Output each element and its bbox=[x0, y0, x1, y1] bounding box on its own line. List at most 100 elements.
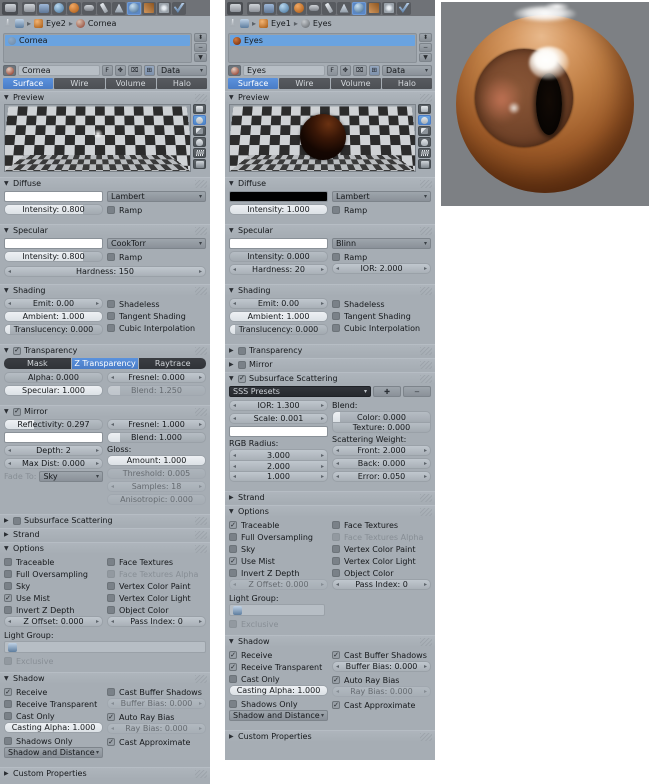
light-group-field[interactable] bbox=[4, 641, 206, 653]
specular-shader-dropdown[interactable]: Blinn ▾ bbox=[332, 238, 431, 249]
shadow-mode-dropdown[interactable]: Shadow and Distance ▾ bbox=[229, 710, 328, 721]
slot-specials-button[interactable]: ▼ bbox=[419, 53, 432, 62]
use-nodes-button[interactable]: ⊞ bbox=[143, 65, 155, 76]
preview-hair-icon[interactable] bbox=[418, 148, 431, 158]
sky-checkbox[interactable] bbox=[4, 582, 12, 590]
increment-arrow-icon[interactable]: ▸ bbox=[96, 446, 99, 455]
preview-scene-icon[interactable] bbox=[193, 159, 206, 169]
object-color-checkbox[interactable] bbox=[107, 606, 115, 614]
option-object-color-row[interactable]: Object Color bbox=[107, 604, 206, 616]
cast-approximate-checkbox[interactable]: ✓ bbox=[332, 701, 340, 709]
shadow-cast-only-row[interactable]: Cast Only bbox=[4, 710, 103, 722]
node-tree-icon[interactable] bbox=[240, 19, 249, 28]
shadow-receive-row[interactable]: ✓ Receive bbox=[4, 686, 103, 698]
option-invert-z-depth-row[interactable]: Invert Z Depth bbox=[229, 567, 328, 579]
option-vertex-color-light-row[interactable]: Vertex Color Light bbox=[107, 592, 206, 604]
texture-properties-tab[interactable] bbox=[367, 1, 381, 15]
decrement-arrow-icon[interactable]: ◂ bbox=[111, 482, 114, 491]
sss-blend-texture-slider[interactable]: Texture: 0.000 bbox=[332, 422, 431, 433]
cast-buffer-shadows-checkbox[interactable]: ✓ bbox=[332, 651, 340, 659]
shading-emit-field[interactable]: ◂ Emit: 0.00 ▸ bbox=[229, 298, 328, 309]
increment-arrow-icon[interactable]: ▸ bbox=[321, 461, 324, 471]
receive-checkbox[interactable]: ✓ bbox=[229, 651, 237, 659]
preview-sphere-icon[interactable] bbox=[193, 115, 206, 125]
preview-hair-icon[interactable] bbox=[193, 148, 206, 158]
option-face-textures-alpha-row[interactable]: Face Textures Alpha bbox=[332, 531, 431, 543]
material-name-input[interactable]: Cornea bbox=[18, 65, 100, 76]
add-slot-button[interactable]: ⬍ bbox=[419, 33, 432, 42]
gloss-threshold-slider[interactable]: Threshold: 0.005 bbox=[107, 468, 206, 479]
mirror-depth-field[interactable]: ◂ Depth: 2 ▸ bbox=[4, 445, 103, 456]
cast-buffer-shadows-checkbox[interactable] bbox=[107, 688, 115, 696]
tangent-shading-checkbox[interactable] bbox=[332, 312, 340, 320]
particles-properties-tab[interactable] bbox=[382, 1, 396, 15]
ray-bias-field[interactable]: ◂ Ray Bias: 0.000 ▸ bbox=[107, 723, 206, 734]
mirror-reflectivity-slider[interactable]: Reflectivity: 0.297 bbox=[4, 419, 103, 430]
cubic-interpolation-row[interactable]: Cubic Interpolation bbox=[332, 322, 431, 334]
cast-buffer-shadows-row[interactable]: ✓ Cast Buffer Shadows bbox=[332, 649, 431, 661]
unlink-material-button[interactable]: ⌧ bbox=[128, 65, 142, 76]
mirror-maxdist-field[interactable]: ◂ Max Dist: 0.000 ▸ bbox=[4, 458, 103, 469]
shading-header[interactable]: ▼ Shading bbox=[0, 284, 210, 296]
decrement-arrow-icon[interactable]: ◂ bbox=[233, 472, 236, 481]
diffuse-ramp-row[interactable]: Ramp bbox=[332, 204, 431, 216]
world-properties-tab[interactable] bbox=[52, 1, 66, 15]
specular-header[interactable]: ▼ Specular bbox=[225, 224, 435, 236]
invert-z-depth-checkbox[interactable] bbox=[4, 606, 12, 614]
transparency-alpha-slider[interactable]: Alpha: 0.000 bbox=[4, 372, 103, 383]
preview-header[interactable]: ▼ Preview bbox=[225, 91, 435, 103]
shadows-only-row[interactable]: Shadows Only bbox=[229, 698, 328, 710]
texture-properties-tab[interactable] bbox=[142, 1, 156, 15]
sss-radius-b-field[interactable]: ◂ 1.000 ▸ bbox=[229, 471, 328, 482]
decrement-arrow-icon[interactable]: ◂ bbox=[233, 401, 236, 410]
decrement-arrow-icon[interactable]: ◂ bbox=[111, 724, 114, 733]
shadeless-checkbox[interactable] bbox=[107, 300, 115, 308]
face-textures-checkbox[interactable] bbox=[332, 521, 340, 529]
increment-arrow-icon[interactable]: ▸ bbox=[424, 662, 427, 671]
transparency-mode-raytrace[interactable]: Raytrace bbox=[139, 358, 207, 369]
exclusive-checkbox[interactable] bbox=[229, 620, 237, 628]
object-data-properties-tab[interactable] bbox=[112, 1, 126, 15]
preview-cube-icon[interactable] bbox=[193, 126, 206, 136]
decrement-arrow-icon[interactable]: ◂ bbox=[111, 373, 114, 382]
z-offset-field[interactable]: ◂ Z Offset: 0.000 ▸ bbox=[4, 616, 103, 627]
physics-properties-tab[interactable] bbox=[172, 1, 186, 15]
sss-preset-add-button[interactable]: ✚ bbox=[373, 386, 401, 397]
preview-sphere-icon[interactable] bbox=[418, 115, 431, 125]
sss-presets-dropdown[interactable]: SSS Presets ▾ bbox=[229, 386, 371, 397]
object-properties-tab[interactable] bbox=[292, 1, 306, 15]
custom-properties-header[interactable]: ▶ Custom Properties bbox=[225, 730, 435, 742]
cast-approximate-row[interactable]: ✓ Cast Approximate bbox=[107, 736, 206, 748]
cast-buffer-shadows-row[interactable]: Cast Buffer Shadows bbox=[107, 686, 206, 698]
transparency-fresnel-field[interactable]: ◂ Fresnel: 0.000 ▸ bbox=[107, 372, 206, 383]
option-face-textures-row[interactable]: Face Textures bbox=[332, 519, 431, 531]
specular-intensity-slider[interactable]: Intensity: 0.000 bbox=[229, 251, 328, 262]
decrement-arrow-icon[interactable]: ◂ bbox=[336, 446, 339, 455]
gloss-amount-slider[interactable]: Amount: 1.000 bbox=[107, 455, 206, 466]
increment-arrow-icon[interactable]: ▸ bbox=[199, 420, 202, 429]
shadow-header[interactable]: ▼ Shadow bbox=[225, 635, 435, 647]
breadcrumb-material-label[interactable]: Cornea bbox=[88, 19, 117, 28]
exclusive-checkbox[interactable] bbox=[4, 657, 12, 665]
specular-header[interactable]: ▼ Specular bbox=[0, 224, 210, 236]
decrement-arrow-icon[interactable]: ◂ bbox=[336, 472, 339, 481]
receive-checkbox[interactable]: ✓ bbox=[4, 688, 12, 696]
decrement-arrow-icon[interactable]: ◂ bbox=[233, 414, 236, 423]
tab-wire[interactable]: Wire bbox=[54, 78, 105, 89]
option-sky-row[interactable]: Sky bbox=[229, 543, 328, 555]
diffuse-shader-dropdown[interactable]: Lambert ▾ bbox=[332, 191, 431, 202]
fake-user-button[interactable]: F bbox=[326, 65, 338, 76]
auto-ray-bias-checkbox[interactable]: ✓ bbox=[107, 713, 115, 721]
decrement-arrow-icon[interactable]: ◂ bbox=[233, 450, 236, 460]
face-textures-alpha-checkbox[interactable] bbox=[107, 570, 115, 578]
gloss-anisotropic-slider[interactable]: Anisotropic: 0.000 bbox=[107, 494, 206, 505]
tab-halo[interactable]: Halo bbox=[156, 78, 207, 89]
node-tree-icon[interactable] bbox=[15, 19, 24, 28]
diffuse-ramp-checkbox[interactable] bbox=[332, 206, 340, 214]
decrement-arrow-icon[interactable]: ◂ bbox=[233, 299, 236, 308]
full-oversampling-checkbox[interactable] bbox=[229, 533, 237, 541]
increment-arrow-icon[interactable]: ▸ bbox=[424, 580, 427, 589]
custom-properties-header[interactable]: ▶ Custom Properties bbox=[0, 767, 210, 779]
face-textures-alpha-checkbox[interactable] bbox=[332, 533, 340, 541]
sss-radius-g-field[interactable]: ◂ 2.000 ▸ bbox=[229, 460, 328, 471]
